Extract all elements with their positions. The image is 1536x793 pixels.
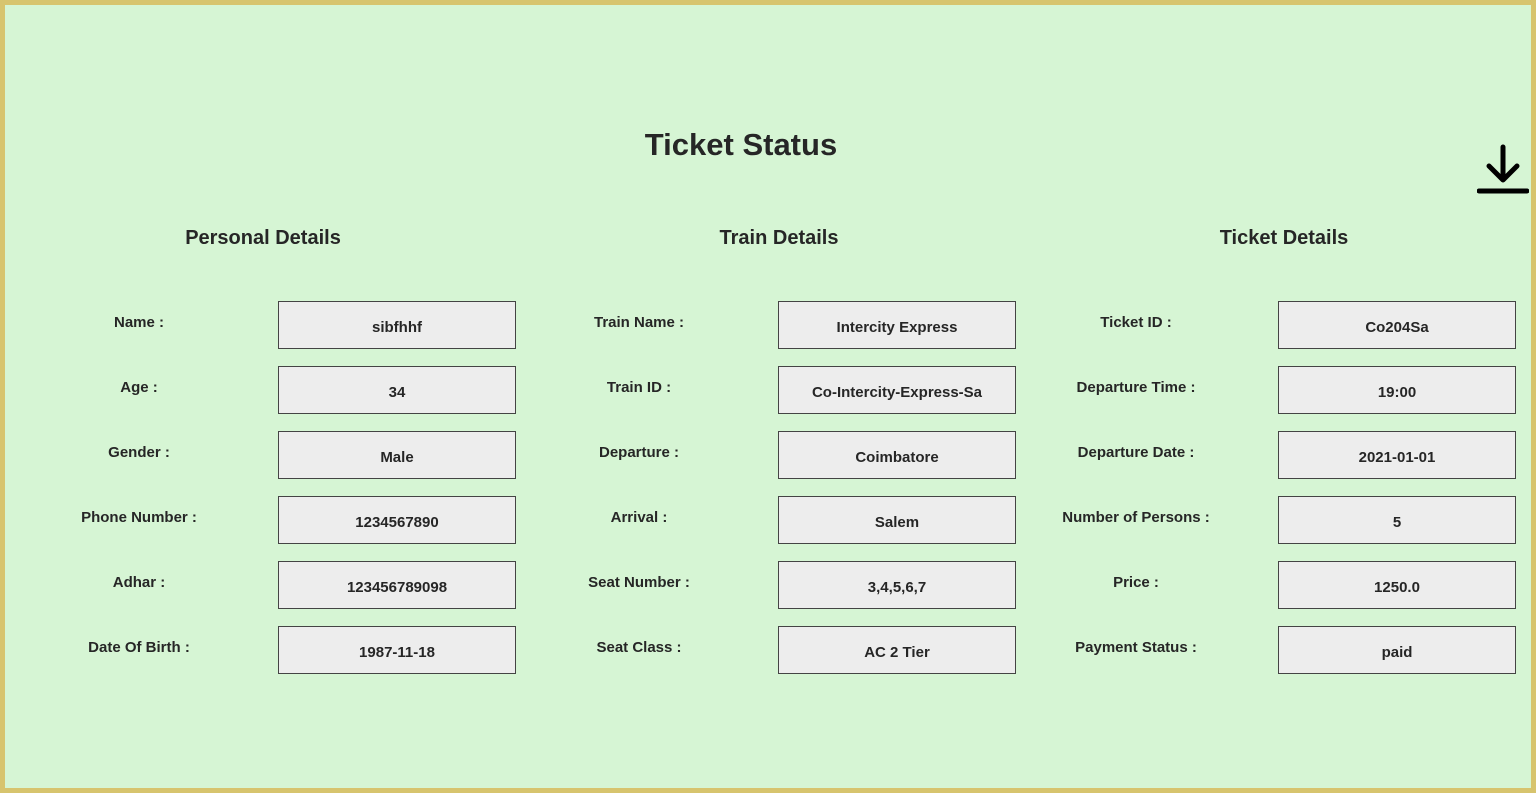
departure-label: Departure : (598, 444, 680, 461)
number-of-persons-value: 5 (1278, 496, 1516, 544)
date-of-birth-label: Date Of Birth : (88, 639, 190, 656)
seat-number-label: Seat Number : (588, 574, 690, 591)
page-title: Ticket Status (644, 127, 838, 162)
arrival-label: Arrival : (610, 509, 668, 526)
name-value: sibfhhf (278, 301, 516, 349)
ticket-id-value: Co204Sa (1278, 301, 1516, 349)
gender-value: Male (278, 431, 516, 479)
train-id-value: Co-Intercity-Express-Sa (778, 366, 1016, 414)
train-name-label: Train Name : (593, 314, 685, 331)
ticket-details-heading: Ticket Details (1219, 227, 1349, 249)
departure-date-value: 2021-01-01 (1278, 431, 1516, 479)
number-of-persons-label: Number of Persons : (1062, 509, 1210, 526)
download-button[interactable] (1476, 143, 1530, 197)
payment-status-label: Payment Status : (1075, 639, 1197, 656)
arrival-value: Salem (778, 496, 1016, 544)
download-icon (1476, 144, 1530, 194)
name-label: Name : (113, 314, 165, 331)
age-value: 34 (278, 366, 516, 414)
departure-time-value: 19:00 (1278, 366, 1516, 414)
date-of-birth-value: 1987-11-18 (278, 626, 516, 674)
seat-class-value: AC 2 Tier (778, 626, 1016, 674)
ticket-id-label: Ticket ID : (1100, 314, 1172, 331)
gender-label: Gender : (108, 444, 170, 461)
personal-details-heading: Personal Details (185, 227, 341, 249)
seat-number-value: 3,4,5,6,7 (778, 561, 1016, 609)
train-id-label: Train ID : (606, 379, 672, 396)
price-value: 1250.0 (1278, 561, 1516, 609)
ticket-status-window: Ticket Status Personal Details Name : si… (0, 0, 1536, 793)
seat-class-label: Seat Class : (596, 639, 682, 656)
price-label: Price : (1113, 574, 1159, 591)
age-label: Age : (120, 379, 158, 396)
departure-value: Coimbatore (778, 431, 1016, 479)
adhar-value: 123456789098 (278, 561, 516, 609)
phone-number-value: 1234567890 (278, 496, 516, 544)
adhar-label: Adhar : (112, 574, 166, 591)
payment-status-value: paid (1278, 626, 1516, 674)
phone-number-label: Phone Number : (81, 509, 197, 526)
departure-time-label: Departure Time : (1076, 379, 1196, 396)
departure-date-label: Departure Date : (1077, 444, 1195, 461)
train-details-heading: Train Details (719, 227, 839, 249)
train-name-value: Intercity Express (778, 301, 1016, 349)
